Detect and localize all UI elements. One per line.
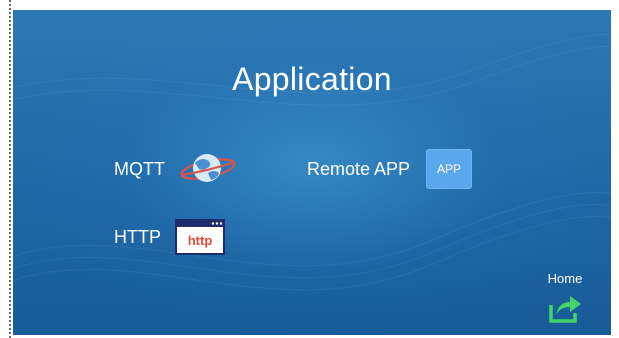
- home-label: Home: [547, 271, 583, 286]
- app-icon: APP: [426, 149, 473, 189]
- page-title: Application: [232, 61, 392, 97]
- app-icon-text: APP: [437, 162, 462, 176]
- http-browser-icon: http: [175, 219, 225, 255]
- http-label: HTTP: [114, 226, 161, 247]
- application-screen: Application MQTT HTTP http Remote APP AP…: [13, 10, 611, 335]
- mqtt-item[interactable]: MQTT: [114, 151, 237, 187]
- remote-app-label: Remote APP: [307, 158, 411, 179]
- mqtt-label: MQTT: [114, 158, 165, 179]
- http-icon-text: http: [188, 233, 213, 248]
- remote-app-item[interactable]: Remote APP APP: [307, 149, 473, 189]
- home-button[interactable]: Home: [541, 271, 589, 323]
- share-arrow-icon: [549, 296, 581, 323]
- left-dotted-border: [9, 0, 11, 338]
- planet-icon: [180, 154, 236, 182]
- http-item[interactable]: HTTP http: [114, 219, 225, 255]
